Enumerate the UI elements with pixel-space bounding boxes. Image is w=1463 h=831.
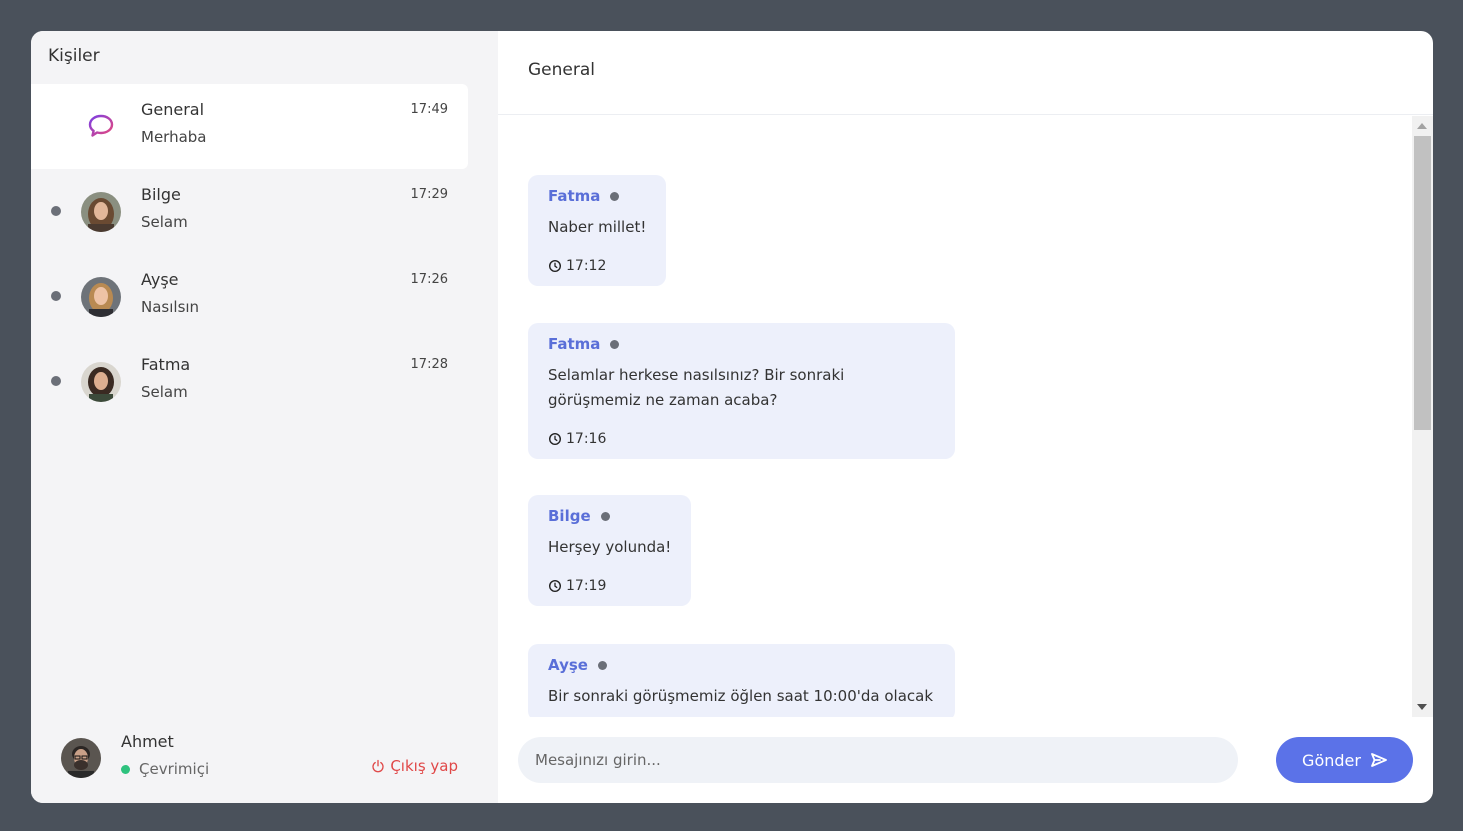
logout-label: Çıkış yap xyxy=(390,757,458,775)
message-bubble: Bilge Herşey yolunda! 17:19 xyxy=(528,495,692,606)
contacts-sidebar: Kişiler General Merhaba 17:49 Bilge Sela… xyxy=(31,31,498,803)
user-avatar xyxy=(61,738,101,778)
contact-last-message: Merhaba xyxy=(141,128,207,146)
power-icon xyxy=(372,759,384,773)
sender-name: Fatma xyxy=(548,187,601,205)
clock-icon xyxy=(548,259,562,273)
send-label: Gönder xyxy=(1302,750,1361,770)
contact-time: 17:29 xyxy=(410,187,448,202)
scroll-thumb[interactable] xyxy=(1414,136,1431,430)
sender-status-dot xyxy=(597,660,607,670)
contact-name: Bilge xyxy=(141,185,181,204)
scroll-up-arrow-icon[interactable] xyxy=(1417,123,1427,129)
message-sender: Ayşe xyxy=(548,656,935,674)
sender-status-dot xyxy=(600,511,610,521)
send-button[interactable]: Gönder xyxy=(1276,737,1413,783)
status-dot xyxy=(51,376,61,386)
contact-name: General xyxy=(141,100,205,119)
user-name: Ahmet xyxy=(121,732,174,751)
message-list[interactable]: Fatma Naber millet! 17:12 Fatma Selamlar… xyxy=(498,116,1412,717)
message-bubble: Ayşe Bir sonraki görüşmemiz öğlen saat 1… xyxy=(528,644,955,717)
chat-header: General xyxy=(498,31,1433,115)
contact-name: Fatma xyxy=(141,355,191,374)
online-dot xyxy=(121,764,130,774)
message-sender: Bilge xyxy=(548,507,671,525)
chat-panel: General Fatma Naber millet! 17:12 Fatma … xyxy=(498,31,1433,803)
sender-name: Bilge xyxy=(548,507,591,525)
contact-last-message: Nasılsın xyxy=(141,298,200,316)
message-time: 17:12 xyxy=(548,258,646,274)
contact-item-ayse[interactable]: Ayşe Nasılsın 17:26 xyxy=(31,254,468,339)
sender-status-dot xyxy=(610,191,620,201)
status-dot xyxy=(51,291,61,301)
sender-status-dot xyxy=(610,339,620,349)
message-bubble: Fatma Naber millet! 17:12 xyxy=(528,175,667,286)
logout-button[interactable]: Çıkış yap xyxy=(371,757,458,775)
message-time-label: 17:19 xyxy=(566,578,607,594)
message-sender: Fatma xyxy=(548,335,935,353)
send-arrow-icon xyxy=(1371,753,1387,767)
message-time-label: 17:12 xyxy=(566,258,607,274)
sender-name: Fatma xyxy=(548,335,601,353)
chat-title: General xyxy=(528,60,595,80)
contact-name: Ayşe xyxy=(141,270,179,289)
scroll-down-arrow-icon[interactable] xyxy=(1417,704,1427,710)
contact-item-fatma[interactable]: Fatma Selam 17:28 xyxy=(31,339,468,424)
sidebar-title: Kişiler xyxy=(48,46,100,66)
user-status: Çevrimiçi xyxy=(121,760,209,778)
contact-last-message: Selam xyxy=(141,213,188,231)
avatar xyxy=(81,192,121,232)
contact-item-bilge[interactable]: Bilge Selam 17:29 xyxy=(31,169,468,254)
contact-last-message: Selam xyxy=(141,383,188,401)
chat-app-window: Kişiler General Merhaba 17:49 Bilge Sela… xyxy=(31,31,1433,803)
message-text: Selamlar herkese nasılsınız? Bir sonraki… xyxy=(548,366,845,409)
sender-name: Ayşe xyxy=(548,656,588,674)
status-dot xyxy=(51,206,61,216)
message-input[interactable] xyxy=(518,737,1238,783)
chat-bubble-icon xyxy=(88,114,114,137)
contact-list: General Merhaba 17:49 Bilge Selam 17:29 … xyxy=(31,84,468,424)
message-bubble: Fatma Selamlar herkese nasılsınız? Bir s… xyxy=(528,323,955,459)
clock-icon xyxy=(548,432,562,446)
contact-time: 17:26 xyxy=(410,272,448,287)
contact-item-general[interactable]: General Merhaba 17:49 xyxy=(31,84,468,169)
message-time-label: 17:16 xyxy=(566,431,607,447)
message-sender: Fatma xyxy=(548,187,646,205)
message-time: 17:16 xyxy=(548,431,935,447)
contact-time: 17:28 xyxy=(410,357,448,372)
contact-time: 17:49 xyxy=(410,102,448,117)
current-user-panel: Ahmet Çevrimiçi Çıkış yap xyxy=(31,713,498,803)
message-scrollbar[interactable] xyxy=(1412,116,1433,717)
avatar xyxy=(81,362,121,402)
clock-icon xyxy=(548,579,562,593)
message-time: 17:19 xyxy=(548,578,671,594)
avatar xyxy=(81,277,121,317)
message-text: Bir sonraki görüşmemiz öğlen saat 10:00'… xyxy=(548,687,934,705)
message-text: Herşey yolunda! xyxy=(548,538,672,556)
user-status-label: Çevrimiçi xyxy=(139,760,210,778)
message-composer: Gönder xyxy=(498,717,1433,803)
message-text: Naber millet! xyxy=(548,218,647,236)
